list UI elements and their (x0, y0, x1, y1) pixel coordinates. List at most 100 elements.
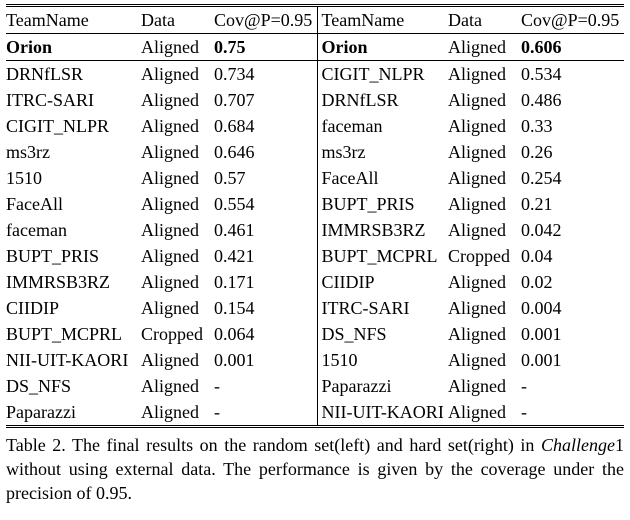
team-name: DRNfLSR (317, 87, 448, 113)
cov-value: 0.001 (214, 347, 317, 373)
cov-value: 0.001 (521, 347, 624, 373)
cov-value: 0.57 (214, 165, 317, 191)
data-type: Aligned (141, 61, 214, 88)
team-name: BUPT_MCPRL (6, 321, 141, 347)
team-name: 1510 (6, 165, 141, 191)
col-header: Data (141, 6, 214, 34)
team-name: Paparazzi (6, 399, 141, 427)
data-type: Aligned (141, 399, 214, 427)
data-type: Cropped (141, 321, 214, 347)
data-type: Aligned (448, 269, 521, 295)
cov-value: 0.75 (214, 34, 317, 61)
cov-value: 0.606 (521, 34, 624, 61)
data-type: Aligned (141, 191, 214, 217)
data-type: Aligned (141, 295, 214, 321)
cov-value: 0.042 (521, 217, 624, 243)
cov-value: 0.064 (214, 321, 317, 347)
data-type: Aligned (141, 87, 214, 113)
cov-value: 0.734 (214, 61, 317, 88)
cov-value: 0.461 (214, 217, 317, 243)
cov-value: - (521, 399, 624, 427)
data-type: Aligned (141, 243, 214, 269)
team-name: DS_NFS (6, 373, 141, 399)
team-name: ms3rz (6, 139, 141, 165)
cov-value: - (521, 373, 624, 399)
team-name: BUPT_PRIS (6, 243, 141, 269)
cov-value: 0.684 (214, 113, 317, 139)
caption-text: Table 2. The final results on the random… (6, 435, 541, 455)
col-header: TeamName (317, 6, 448, 34)
data-type: Aligned (141, 165, 214, 191)
team-name: CIGIT_NLPR (6, 113, 141, 139)
results-table: TeamNameDataCov@P=0.95TeamNameDataCov@P=… (6, 4, 624, 428)
team-name: FaceAll (317, 165, 448, 191)
cov-value: 0.26 (521, 139, 624, 165)
team-name: FaceAll (6, 191, 141, 217)
data-type: Aligned (448, 34, 521, 61)
col-header: TeamName (6, 6, 141, 34)
team-name: Orion (317, 34, 448, 61)
data-type: Cropped (448, 243, 521, 269)
cov-value: 0.154 (214, 295, 317, 321)
cov-value: 0.646 (214, 139, 317, 165)
team-name: IMMRSB3RZ (6, 269, 141, 295)
data-type: Aligned (448, 399, 521, 427)
team-name: BUPT_PRIS (317, 191, 448, 217)
cov-value: - (214, 373, 317, 399)
cov-value: 0.171 (214, 269, 317, 295)
team-name: DS_NFS (317, 321, 448, 347)
team-name: ITRC-SARI (6, 87, 141, 113)
col-header: Data (448, 6, 521, 34)
data-type: Aligned (141, 34, 214, 61)
cov-value: 0.04 (521, 243, 624, 269)
data-type: Aligned (448, 217, 521, 243)
cov-value: 0.534 (521, 61, 624, 88)
team-name: CIGIT_NLPR (317, 61, 448, 88)
caption-math-num: 1 (615, 435, 624, 455)
team-name: ms3rz (317, 139, 448, 165)
col-header: Cov@P=0.95 (214, 6, 317, 34)
data-type: Aligned (141, 347, 214, 373)
data-type: Aligned (448, 191, 521, 217)
cov-value: 0.02 (521, 269, 624, 295)
caption-text: . (127, 483, 132, 503)
data-type: Aligned (141, 113, 214, 139)
cov-value: 0.554 (214, 191, 317, 217)
data-type: Aligned (448, 373, 521, 399)
team-name: CIIDIP (6, 295, 141, 321)
team-name: Paparazzi (317, 373, 448, 399)
data-type: Aligned (448, 139, 521, 165)
team-name: 1510 (317, 347, 448, 373)
cov-value: 0.004 (521, 295, 624, 321)
team-name: CIIDIP (317, 269, 448, 295)
data-type: Aligned (448, 87, 521, 113)
team-name: faceman (6, 217, 141, 243)
cov-value: 0.33 (521, 113, 624, 139)
cov-value: 0.421 (214, 243, 317, 269)
data-type: Aligned (141, 217, 214, 243)
data-type: Aligned (448, 61, 521, 88)
data-type: Aligned (448, 295, 521, 321)
team-name: ITRC-SARI (317, 295, 448, 321)
cov-value: - (214, 399, 317, 427)
cov-value: 0.001 (521, 321, 624, 347)
caption-math: Challenge (541, 435, 615, 455)
team-name: Orion (6, 34, 141, 61)
cov-value: 0.486 (521, 87, 624, 113)
cov-value: 0.707 (214, 87, 317, 113)
team-name: NII-UIT-KAORI (6, 347, 141, 373)
data-type: Aligned (448, 113, 521, 139)
team-name: NII-UIT-KAORI (317, 399, 448, 427)
data-type: Aligned (141, 269, 214, 295)
caption-precision: 0.95 (96, 483, 128, 503)
team-name: DRNfLSR (6, 61, 141, 88)
table-caption: Table 2. The final results on the random… (6, 434, 624, 505)
data-type: Aligned (141, 139, 214, 165)
cov-value: 0.21 (521, 191, 624, 217)
data-type: Aligned (448, 347, 521, 373)
data-type: Aligned (448, 321, 521, 347)
team-name: BUPT_MCPRL (317, 243, 448, 269)
team-name: faceman (317, 113, 448, 139)
cov-value: 0.254 (521, 165, 624, 191)
team-name: IMMRSB3RZ (317, 217, 448, 243)
